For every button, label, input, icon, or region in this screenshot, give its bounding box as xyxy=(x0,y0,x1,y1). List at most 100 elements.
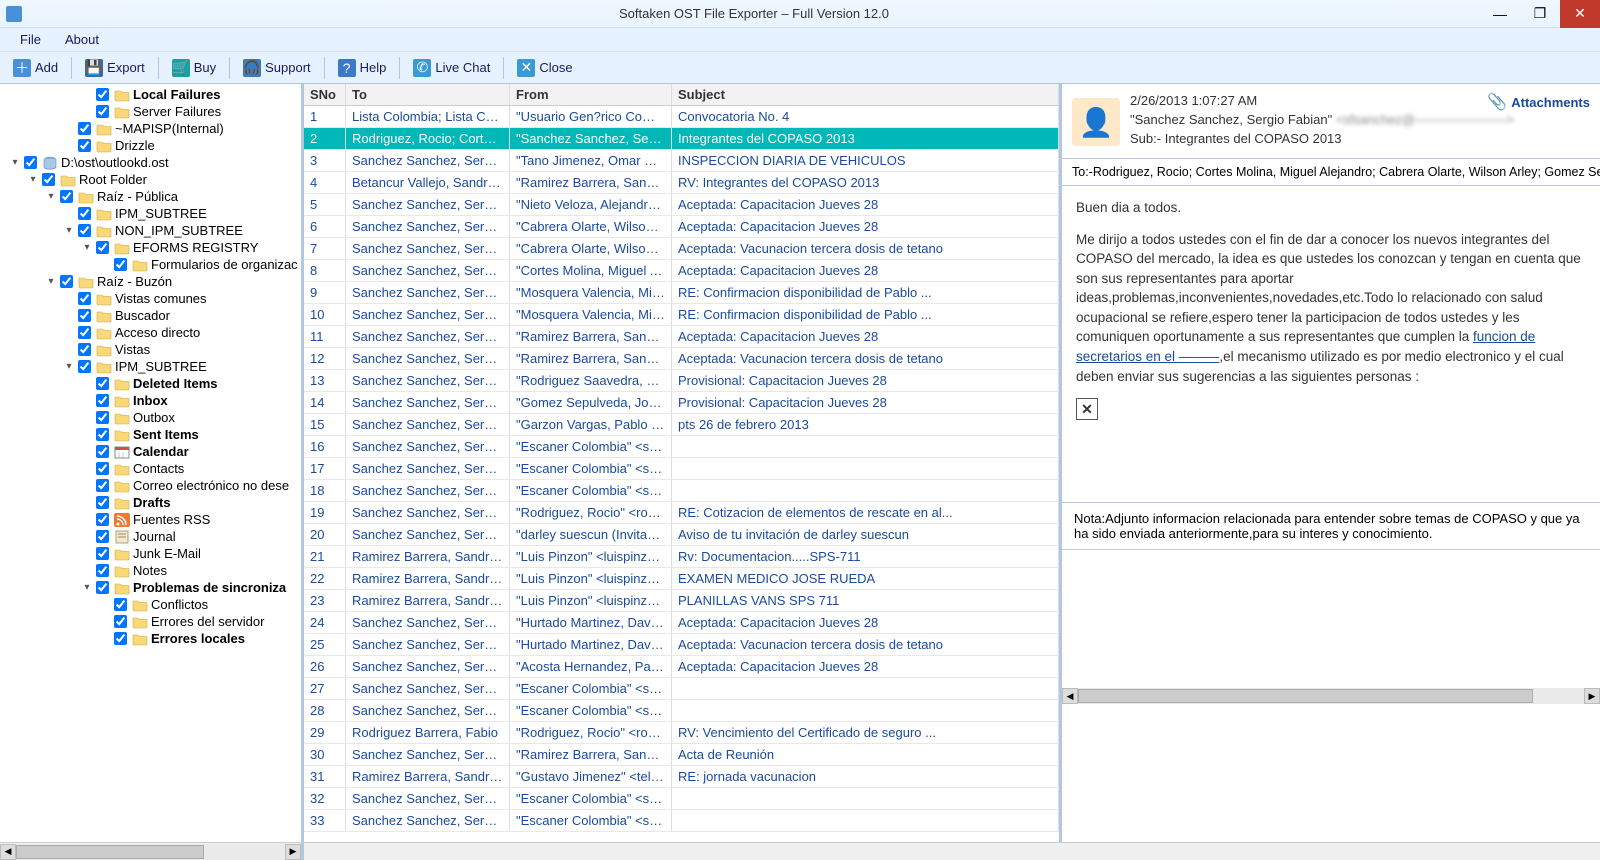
tree-item[interactable]: ▾Root Folder xyxy=(0,171,301,188)
tree-item[interactable]: Acceso directo xyxy=(0,324,301,341)
table-row[interactable]: 13Sanchez Sanchez, Sergio F..."Rodriguez… xyxy=(304,370,1059,392)
tree-item[interactable]: Outbox xyxy=(0,409,301,426)
export-button[interactable]: 💾Export xyxy=(76,54,154,82)
table-row[interactable]: 7Sanchez Sanchez, Sergio F..."Cabrera Ol… xyxy=(304,238,1059,260)
table-row[interactable]: 8Sanchez Sanchez, Sergio F..."Cortes Mol… xyxy=(304,260,1059,282)
col-header-subject[interactable]: Subject xyxy=(672,84,1059,105)
table-row[interactable]: 4Betancur Vallejo, Sandra ..."Ramirez Ba… xyxy=(304,172,1059,194)
tree-checkbox[interactable] xyxy=(96,479,109,492)
table-row[interactable]: 20Sanchez Sanchez, Sergio F..."darley su… xyxy=(304,524,1059,546)
tree-item[interactable]: Buscador xyxy=(0,307,301,324)
collapse-icon[interactable]: ▾ xyxy=(62,224,76,238)
tree-checkbox[interactable] xyxy=(24,156,37,169)
tree-checkbox[interactable] xyxy=(114,258,127,271)
tree-checkbox[interactable] xyxy=(114,598,127,611)
table-row[interactable]: 33Sanchez Sanchez, Sergio F..."Escaner C… xyxy=(304,810,1059,832)
tree-item[interactable]: ▾Problemas de sincroniza xyxy=(0,579,301,596)
collapse-icon[interactable]: ▾ xyxy=(80,241,94,255)
table-row[interactable]: 16Sanchez Sanchez, Sergio F..."Escaner C… xyxy=(304,436,1059,458)
preview-body[interactable]: Buen dia a todos. Me dirijo a todos uste… xyxy=(1062,186,1600,502)
tree-item[interactable]: Fuentes RSS xyxy=(0,511,301,528)
collapse-icon[interactable]: ▾ xyxy=(44,275,58,289)
tree-item[interactable]: Vistas comunes xyxy=(0,290,301,307)
tree-item[interactable]: Conflictos xyxy=(0,596,301,613)
support-button[interactable]: 🎧Support xyxy=(234,54,320,82)
table-row[interactable]: 3Sanchez Sanchez, Sergio F..."Tano Jimen… xyxy=(304,150,1059,172)
tree-item[interactable]: ▾NON_IPM_SUBTREE xyxy=(0,222,301,239)
table-row[interactable]: 5Sanchez Sanchez, Sergio F..."Nieto Velo… xyxy=(304,194,1059,216)
tree-checkbox[interactable] xyxy=(78,309,91,322)
buy-button[interactable]: 🛒Buy xyxy=(163,54,225,82)
tree-item[interactable]: Deleted Items xyxy=(0,375,301,392)
tree-checkbox[interactable] xyxy=(114,632,127,645)
tree-checkbox[interactable] xyxy=(114,615,127,628)
table-row[interactable]: 22Ramirez Barrera, Sandra ..."Luis Pinzo… xyxy=(304,568,1059,590)
tree-checkbox[interactable] xyxy=(96,547,109,560)
tree-item[interactable]: Errores del servidor xyxy=(0,613,301,630)
table-row[interactable]: 1Lista Colombia; Lista Colo..."Usuario G… xyxy=(304,106,1059,128)
table-row[interactable]: 2Rodriguez, Rocio; Cortes ..."Sanchez Sa… xyxy=(304,128,1059,150)
table-row[interactable]: 24Sanchez Sanchez, Sergio F..."Hurtado M… xyxy=(304,612,1059,634)
tree-item[interactable]: Journal xyxy=(0,528,301,545)
table-row[interactable]: 18Sanchez Sanchez, Sergio F..."Escaner C… xyxy=(304,480,1059,502)
tree-item[interactable]: ▾IPM_SUBTREE xyxy=(0,358,301,375)
tree-item[interactable]: Drizzle xyxy=(0,137,301,154)
table-row[interactable]: 23Ramirez Barrera, Sandra ..."Luis Pinzo… xyxy=(304,590,1059,612)
table-row[interactable]: 21Ramirez Barrera, Sandra ..."Luis Pinzo… xyxy=(304,546,1059,568)
tree-checkbox[interactable] xyxy=(96,88,109,101)
table-row[interactable]: 19Sanchez Sanchez, Sergio F..."Rodriguez… xyxy=(304,502,1059,524)
col-header-sno[interactable]: SNo xyxy=(304,84,346,105)
table-row[interactable]: 29Rodriguez Barrera, Fabio"Rodriguez, Ro… xyxy=(304,722,1059,744)
tree-checkbox[interactable] xyxy=(96,394,109,407)
table-row[interactable]: 31Ramirez Barrera, Sandra ..."Gustavo Ji… xyxy=(304,766,1059,788)
tree-checkbox[interactable] xyxy=(96,105,109,118)
table-row[interactable]: 28Sanchez Sanchez, Sergio F..."Escaner C… xyxy=(304,700,1059,722)
scroll-right-icon[interactable]: ▶ xyxy=(1584,688,1600,704)
add-button[interactable]: ＋Add xyxy=(4,54,67,82)
close-button[interactable]: ✕Close xyxy=(508,54,581,82)
collapse-icon[interactable]: ▾ xyxy=(26,173,40,187)
tree-item[interactable]: ▾Raíz - Pública xyxy=(0,188,301,205)
tree-checkbox[interactable] xyxy=(96,496,109,509)
tree-checkbox[interactable] xyxy=(96,445,109,458)
tree-checkbox[interactable] xyxy=(42,173,55,186)
table-row[interactable]: 27Sanchez Sanchez, Sergio F..."Escaner C… xyxy=(304,678,1059,700)
tree-item[interactable]: Calendar xyxy=(0,443,301,460)
tree-item[interactable]: Junk E-Mail xyxy=(0,545,301,562)
tree-item[interactable]: ▾Raíz - Buzón xyxy=(0,273,301,290)
tree-item[interactable]: Inbox xyxy=(0,392,301,409)
maximize-button[interactable]: ❐ xyxy=(1520,0,1560,28)
tree-checkbox[interactable] xyxy=(96,513,109,526)
scroll-left-icon[interactable]: ◀ xyxy=(0,844,16,860)
tree-item[interactable]: ▾EFORMS REGISTRY xyxy=(0,239,301,256)
scroll-left-icon[interactable]: ◀ xyxy=(1062,688,1078,704)
collapse-icon[interactable]: ▾ xyxy=(8,156,22,170)
scroll-right-icon[interactable]: ▶ xyxy=(285,844,301,860)
tree-item[interactable]: Contacts xyxy=(0,460,301,477)
help-button[interactable]: ?Help xyxy=(329,54,396,82)
tree-item[interactable]: Errores locales xyxy=(0,630,301,647)
col-header-from[interactable]: From xyxy=(510,84,672,105)
tree-checkbox[interactable] xyxy=(60,275,73,288)
collapse-icon[interactable]: ▾ xyxy=(62,360,76,374)
tree-item[interactable]: Correo electrónico no dese xyxy=(0,477,301,494)
folder-tree[interactable]: Local FailuresServer Failures~MAPISP(Int… xyxy=(0,84,304,842)
tree-item[interactable]: Drafts xyxy=(0,494,301,511)
tree-item[interactable]: Local Failures xyxy=(0,86,301,103)
table-row[interactable]: 30Sanchez Sanchez, Sergio F..."Ramirez B… xyxy=(304,744,1059,766)
tree-checkbox[interactable] xyxy=(78,224,91,237)
tree-checkbox[interactable] xyxy=(96,411,109,424)
tree-checkbox[interactable] xyxy=(78,139,91,152)
menu-file[interactable]: File xyxy=(8,30,53,49)
tree-item[interactable]: Formularios de organizac xyxy=(0,256,301,273)
close-window-button[interactable]: ✕ xyxy=(1560,0,1600,28)
table-row[interactable]: 6Sanchez Sanchez, Sergio F..."Cabrera Ol… xyxy=(304,216,1059,238)
tree-checkbox[interactable] xyxy=(96,462,109,475)
tree-checkbox[interactable] xyxy=(96,581,109,594)
tree-item[interactable]: Vistas xyxy=(0,341,301,358)
tree-checkbox[interactable] xyxy=(96,530,109,543)
tree-item[interactable]: ~MAPISP(Internal) xyxy=(0,120,301,137)
table-row[interactable]: 32Sanchez Sanchez, Sergio F..."Escaner C… xyxy=(304,788,1059,810)
tree-checkbox[interactable] xyxy=(96,377,109,390)
tree-checkbox[interactable] xyxy=(78,122,91,135)
